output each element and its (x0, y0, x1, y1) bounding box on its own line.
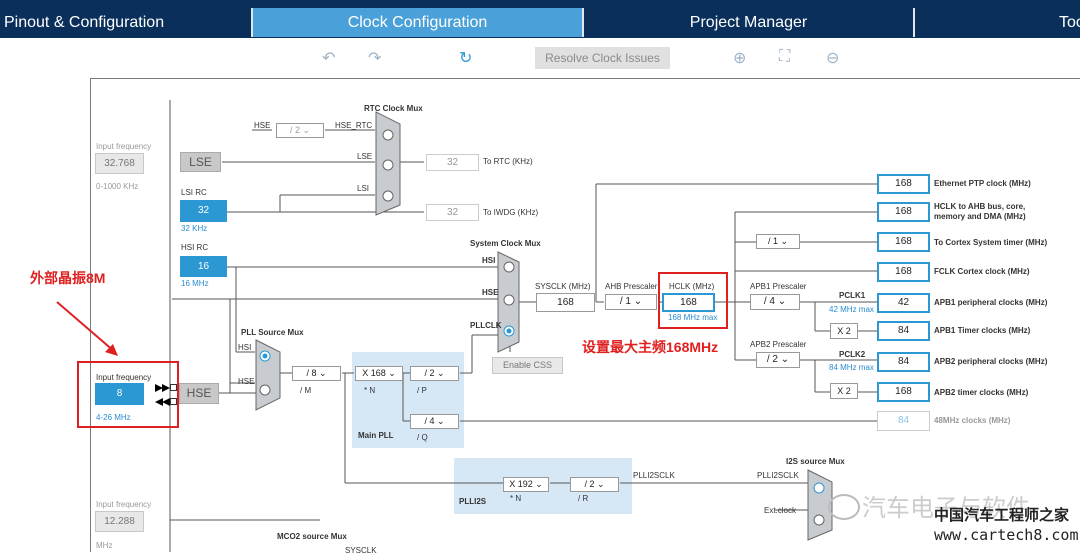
apb2-peripheral-clock-value[interactable]: 84 (877, 352, 930, 372)
plli2s-r-label: / R (578, 494, 589, 503)
fclk-cortex-label: FCLK Cortex clock (MHz) (934, 267, 1030, 276)
plli2s-title: PLLI2S (459, 497, 487, 506)
pll-m-label: / M (300, 386, 312, 395)
apb2-prescaler-label: APB2 Prescaler (750, 340, 807, 349)
pll-n-label: * N (364, 386, 376, 395)
hsi-value: 16 (180, 256, 227, 277)
pll-m-divider-select[interactable]: / 8 ⌄ (292, 366, 341, 381)
apb1-peripheral-clock-value[interactable]: 42 (877, 293, 930, 313)
ext-frequency-unit: MHz (96, 541, 113, 550)
pll-q-divider-select[interactable]: / 4 ⌄ (410, 414, 459, 429)
apb2-peripheral-clock-label: APB2 peripheral clocks (MHz) (934, 357, 1048, 366)
hse-highlight-box (77, 361, 179, 428)
ethernet-ptp-clock-value[interactable]: 168 (877, 174, 930, 194)
hclk-ahb-label: HCLK to AHB bus, core, memory and DMA (M… (934, 202, 1026, 221)
plli2s-r-divider-select[interactable]: / 2 ⌄ (570, 477, 619, 492)
rtc-mux-title: RTC Clock Mux (364, 104, 423, 113)
crystal-annotation: 外部晶振8M (30, 270, 106, 286)
pll-q-label: / Q (417, 433, 428, 442)
lse-range-label: 0-1000 KHz (96, 182, 139, 191)
cortex-system-timer-value[interactable]: 168 (877, 232, 930, 252)
i2s-source-mux-title: I2S source Mux (786, 457, 845, 466)
plli2s-n-label: * N (510, 494, 522, 503)
apb1-prescaler-label: APB1 Prescaler (750, 282, 807, 291)
hse-rtc-label: HSE_RTC (335, 121, 373, 130)
system-clock-mux-title: System Clock Mux (470, 239, 541, 248)
ext-input-frequency-label: Input frequency (96, 500, 152, 509)
ext-frequency-input[interactable]: 12.288 (95, 511, 144, 532)
to-rtc-label: To RTC (KHz) (483, 157, 533, 166)
cortex-timer-divider-select[interactable]: / 1 ⌄ (756, 234, 800, 249)
apb1-timer-clock-value[interactable]: 84 (877, 321, 930, 341)
ahb-prescaler-select[interactable]: / 1 ⌄ (605, 294, 657, 310)
main-pll-title: Main PLL (358, 431, 394, 440)
lse-frequency-input[interactable]: 32.768 (95, 153, 144, 174)
apb1-timer-clock-label: APB1 Timer clocks (MHz) (934, 326, 1031, 335)
sysclk-label: SYSCLK (MHz) (535, 282, 591, 291)
cortex-system-timer-label: To Cortex System timer (MHz) (934, 238, 1048, 247)
lsi-value: 32 (180, 200, 227, 222)
rtc-hse-label: HSE (254, 121, 271, 130)
watermark-site: 中国汽车工程师之家 (934, 506, 1070, 524)
lse-input-frequency-label: Input frequency (96, 142, 152, 151)
rtc-clock-value: 32 (426, 154, 479, 171)
mco2-sysclk-label: SYSCLK (345, 546, 377, 555)
pll-p-divider-select[interactable]: / 2 ⌄ (410, 366, 459, 381)
mco2-source-mux-title: MCO2 source Mux (277, 532, 347, 541)
pclk1-label: PCLK1 (839, 291, 866, 300)
enable-css-button[interactable]: Enable CSS (492, 357, 563, 374)
wechat-icon (828, 494, 860, 520)
ext-clock-label: Ext.clock (764, 506, 797, 515)
lsi-unit: 32 KHz (181, 224, 208, 233)
lse-block[interactable]: LSE (180, 152, 221, 172)
sys-hse-label: HSE (482, 288, 499, 297)
watermark-url: www.cartech8.com (934, 526, 1079, 544)
hclk-ahb-value[interactable]: 168 (877, 202, 930, 222)
apb2-timer-multiplier: X 2 (830, 383, 858, 399)
rtc-hse-divider-select[interactable]: / 2 ⌄ (276, 123, 324, 138)
sys-hsi-label: HSI (482, 256, 496, 265)
pll-n-multiplier-select[interactable]: X 168 ⌄ (355, 366, 403, 381)
pclk2-label: PCLK2 (839, 350, 866, 359)
max-frequency-annotation: 设置最大主频168MHz (582, 339, 719, 355)
pll-p-label: / P (417, 386, 427, 395)
rtc-lsi-label: LSI (357, 184, 370, 193)
ahb-prescaler-label: AHB Prescaler (605, 282, 658, 291)
plli2s-n-multiplier-select[interactable]: X 192 ⌄ (503, 477, 549, 492)
fclk-cortex-value[interactable]: 168 (877, 262, 930, 282)
sys-pllclk-label: PLLCLK (470, 321, 502, 330)
hclk-highlight-box (658, 272, 728, 329)
48mhz-clock-value[interactable]: 84 (877, 411, 930, 431)
48mhz-clock-label: 48MHz clocks (MHz) (934, 416, 1011, 425)
apb1-peripheral-clock-label: APB1 peripheral clocks (MHz) (934, 298, 1048, 307)
plli2sclk-mux-label: PLLI2SCLK (757, 471, 799, 480)
sysclk-value: 168 (536, 293, 595, 312)
apb2-timer-clock-value[interactable]: 168 (877, 382, 930, 402)
hsi-unit: 16 MHz (181, 279, 209, 288)
apb1-timer-multiplier: X 2 (830, 323, 858, 339)
plli2sclk-label: PLLI2SCLK (633, 471, 675, 480)
hsi-rc-title: HSI RC (181, 243, 209, 252)
pll-hse-label: HSE (238, 377, 255, 386)
iwdg-clock-value: 32 (426, 204, 479, 221)
pclk1-max-label: 42 MHz max (829, 305, 874, 314)
pclk2-max-label: 84 MHz max (829, 363, 874, 372)
lsi-rc-title: LSI RC (181, 188, 207, 197)
pll-hsi-label: HSI (238, 343, 252, 352)
apb1-prescaler-select[interactable]: / 4 ⌄ (750, 294, 800, 310)
rtc-lse-label: LSE (357, 152, 373, 161)
hse-block[interactable]: HSE (179, 383, 219, 404)
apb2-timer-clock-label: APB2 timer clocks (MHz) (934, 388, 1029, 397)
ethernet-ptp-clock-label: Ethernet PTP clock (MHz) (934, 179, 1031, 188)
apb2-prescaler-select[interactable]: / 2 ⌄ (756, 352, 800, 368)
pll-source-mux-title: PLL Source Mux (241, 328, 304, 337)
to-iwdg-label: To IWDG (KHz) (483, 208, 539, 217)
